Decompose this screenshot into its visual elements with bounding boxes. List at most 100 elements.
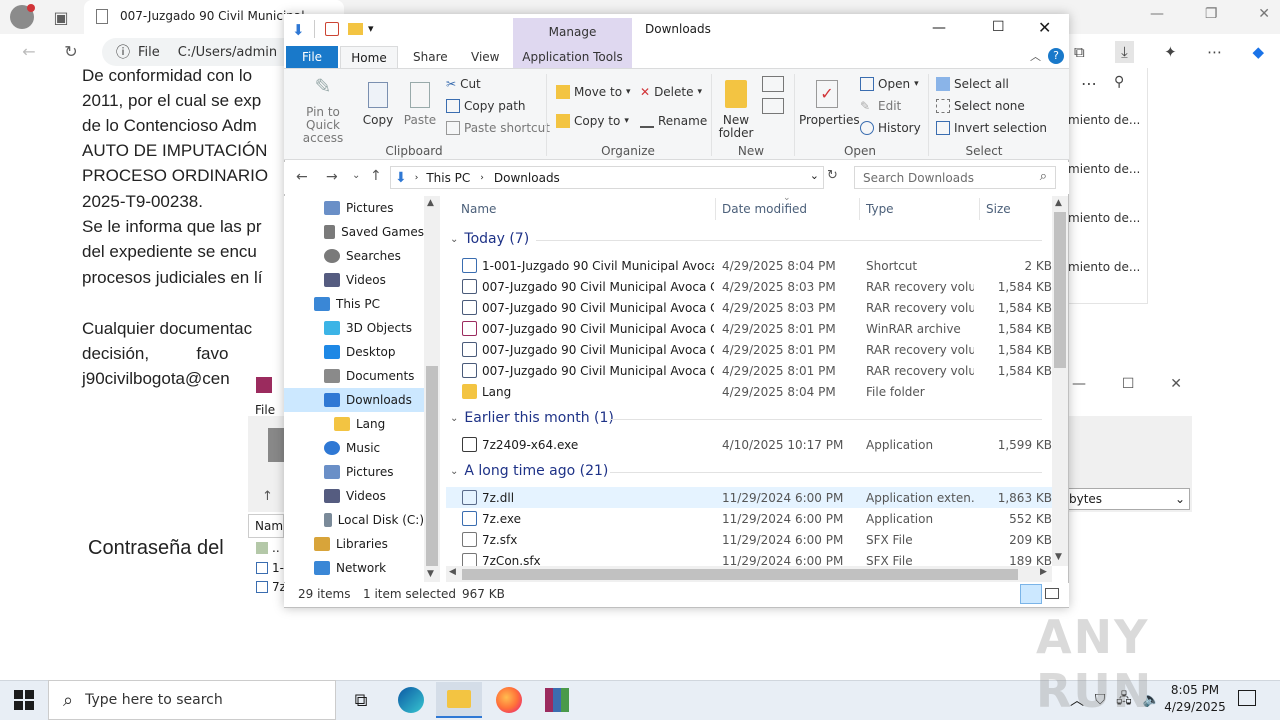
column-name[interactable]: Name bbox=[461, 202, 496, 216]
properties-quick-icon[interactable] bbox=[325, 22, 339, 36]
tab-application-tools[interactable]: Application Tools bbox=[513, 46, 632, 68]
move-to-button[interactable]: Move to ▾ bbox=[556, 85, 631, 99]
file-row[interactable]: Lang 4/29/2025 8:04 PM File folder bbox=[446, 381, 1052, 402]
workspaces-icon[interactable]: ▣ bbox=[46, 2, 76, 32]
nav-item-network[interactable]: Network bbox=[284, 556, 424, 580]
download-item[interactable]: miento de... bbox=[1068, 162, 1140, 176]
help-icon[interactable]: ? bbox=[1048, 48, 1064, 64]
maximize-icon[interactable]: ☐ bbox=[992, 19, 1005, 35]
easy-access-icon[interactable] bbox=[762, 98, 784, 114]
scroll-left-icon[interactable]: ◀ bbox=[449, 567, 456, 577]
nav-item-local-disk[interactable]: Local Disk (C:) bbox=[284, 508, 424, 532]
group-header[interactable]: ⌄ Today (7) bbox=[450, 231, 529, 247]
file-row[interactable]: 7z.sfx 11/29/2024 6:00 PM SFX File 209 KB bbox=[446, 529, 1052, 550]
horizontal-scrollbar-thumb[interactable] bbox=[462, 569, 1018, 580]
nav-item-libraries[interactable]: Libraries bbox=[284, 532, 424, 556]
group-header[interactable]: ⌄ Earlier this month (1) bbox=[450, 410, 614, 426]
file-row[interactable]: 7z.dll 11/29/2024 6:00 PM Application exte… bbox=[446, 487, 1052, 508]
nav-item-documents[interactable]: Documents bbox=[284, 364, 424, 388]
scroll-down-icon[interactable]: ▼ bbox=[427, 569, 434, 579]
forward-icon[interactable]: → bbox=[326, 169, 338, 185]
refresh-icon[interactable]: ↻ bbox=[827, 168, 838, 183]
taskbar-search-box[interactable]: ⌕ Type here to search bbox=[48, 680, 336, 720]
nav-item-this-pc[interactable]: This PC bbox=[284, 292, 424, 316]
winrar-column-name[interactable]: Nam bbox=[248, 514, 284, 538]
select-all-button[interactable]: Select all bbox=[936, 77, 1009, 91]
invert-selection-button[interactable]: Invert selection bbox=[936, 121, 1047, 135]
history-button[interactable]: History bbox=[860, 121, 921, 135]
extensions-icon[interactable]: ✦ bbox=[1164, 43, 1177, 61]
maximize-icon[interactable]: ☐ bbox=[1122, 376, 1135, 392]
select-none-button[interactable]: Select none bbox=[936, 99, 1025, 113]
scroll-up-icon[interactable]: ▲ bbox=[1055, 198, 1062, 208]
close-icon[interactable]: ✕ bbox=[1170, 376, 1182, 392]
minimize-icon[interactable]: — bbox=[1150, 6, 1164, 28]
pin-icon[interactable]: ⚲ bbox=[1114, 74, 1124, 90]
more-icon[interactable]: ⋯ bbox=[1207, 43, 1222, 61]
edit-button[interactable]: ✎ Edit bbox=[860, 99, 901, 113]
download-item[interactable]: miento de... bbox=[1068, 113, 1140, 127]
chevron-down-icon[interactable]: ⌄ bbox=[810, 169, 819, 182]
collections-icon[interactable]: ⧉ bbox=[1074, 43, 1085, 61]
paste-button[interactable]: Paste bbox=[402, 74, 438, 127]
address-bar[interactable]: ⬇ › This PC › Downloads ⌄ bbox=[390, 166, 824, 189]
nav-item-pictures[interactable]: Pictures bbox=[284, 460, 424, 484]
details-view-icon[interactable] bbox=[1020, 584, 1042, 604]
edge-taskbar-icon[interactable] bbox=[388, 682, 434, 718]
nav-item-pictures[interactable]: Pictures bbox=[284, 196, 424, 220]
file-row[interactable]: 007-Juzgado 90 Civil Municipal Avoca Co.… bbox=[446, 318, 1052, 339]
copy-path-button[interactable]: Copy path bbox=[446, 99, 526, 113]
nav-item-searches[interactable]: Searches bbox=[284, 244, 424, 268]
scroll-right-icon[interactable]: ▶ bbox=[1040, 567, 1047, 577]
nav-item-videos[interactable]: Videos bbox=[284, 268, 424, 292]
back-icon[interactable]: ← bbox=[14, 36, 44, 66]
file-explorer-taskbar-icon[interactable] bbox=[436, 682, 482, 718]
new-folder-quick-icon[interactable] bbox=[348, 23, 363, 35]
file-row[interactable]: 007-Juzgado 90 Civil Municipal Avoca Co.… bbox=[446, 360, 1052, 381]
large-icons-view-icon[interactable] bbox=[1045, 588, 1059, 599]
collapse-ribbon-icon[interactable]: ︿ bbox=[1030, 48, 1041, 64]
new-folder-button[interactable]: New folder bbox=[716, 74, 756, 140]
copy-button[interactable]: Copy bbox=[360, 74, 396, 127]
up-arrow-icon[interactable]: ↑ bbox=[262, 489, 273, 504]
winrar-row[interactable]: .. bbox=[272, 541, 280, 555]
breadcrumb-this-pc[interactable]: This PC bbox=[426, 171, 470, 185]
downloads-panel-more-icon[interactable]: ⋯ bbox=[1081, 74, 1097, 93]
winrar-size-combo[interactable]: bytes ⌄ bbox=[1062, 488, 1190, 510]
winrar-taskbar-icon[interactable] bbox=[534, 682, 580, 718]
tab-share[interactable]: Share bbox=[413, 46, 448, 68]
column-type[interactable]: Type bbox=[866, 202, 894, 216]
customize-qat-icon[interactable]: ▾ bbox=[368, 22, 374, 35]
file-row[interactable]: 7z2409-x64.exe 4/10/2025 10:17 PM Applicat… bbox=[446, 434, 1052, 455]
rename-button[interactable]: Rename bbox=[640, 114, 707, 128]
firefox-taskbar-icon[interactable] bbox=[486, 682, 532, 718]
search-input[interactable]: Search Downloads ⌕ bbox=[854, 166, 1056, 189]
open-button[interactable]: Open ▾ bbox=[860, 77, 919, 91]
minimize-icon[interactable]: — bbox=[932, 20, 946, 36]
refresh-icon[interactable]: ↻ bbox=[56, 36, 86, 66]
browser-address-bar[interactable]: ⓘ File C:/Users/admin bbox=[102, 38, 302, 66]
scroll-up-icon[interactable]: ▲ bbox=[427, 198, 434, 208]
file-row[interactable]: 007-Juzgado 90 Civil Municipal Avoca Co.… bbox=[446, 297, 1052, 318]
download-item[interactable]: miento de... bbox=[1068, 260, 1140, 274]
delete-button[interactable]: ✕ Delete ▾ bbox=[640, 85, 702, 99]
nav-item-music[interactable]: Music bbox=[284, 436, 424, 460]
recent-locations-icon[interactable]: ⌄ bbox=[352, 170, 360, 181]
tab-view[interactable]: View bbox=[471, 46, 499, 68]
nav-item-3d-objects[interactable]: 3D Objects bbox=[284, 316, 424, 340]
pin-to-quick-access-button[interactable]: ✎ Pin to Quick access bbox=[290, 74, 356, 145]
back-icon[interactable]: ← bbox=[296, 169, 308, 185]
winrar-row[interactable]: 1- bbox=[272, 561, 284, 575]
nav-item-lang[interactable]: Lang bbox=[284, 412, 424, 436]
downloads-icon[interactable]: ⤓ bbox=[1115, 41, 1134, 63]
up-icon[interactable]: ↑ bbox=[370, 168, 382, 184]
close-icon[interactable]: ✕ bbox=[1038, 18, 1051, 37]
column-date-modified[interactable]: Date modified bbox=[722, 202, 807, 216]
tab-file[interactable]: File bbox=[286, 46, 338, 68]
file-row[interactable]: 007-Juzgado 90 Civil Municipal Avoca Co.… bbox=[446, 276, 1052, 297]
winrar-add-icon[interactable] bbox=[268, 428, 284, 462]
winrar-file-menu[interactable]: File bbox=[255, 403, 275, 417]
column-size[interactable]: Size bbox=[986, 202, 1011, 216]
copy-to-button[interactable]: Copy to ▾ bbox=[556, 114, 629, 128]
nav-item-downloads[interactable]: Downloads bbox=[284, 388, 424, 412]
